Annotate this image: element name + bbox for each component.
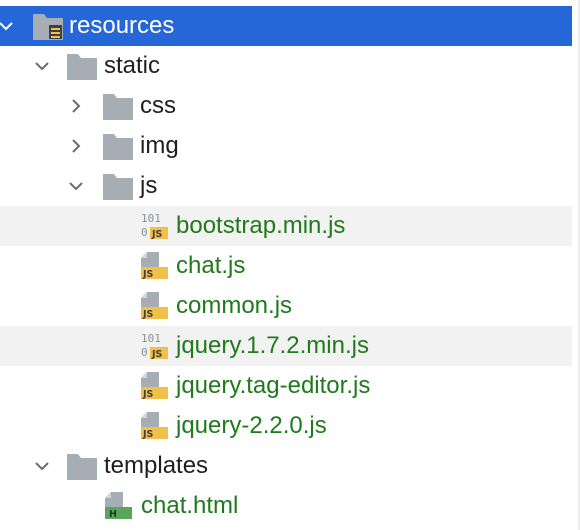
folder-icon [103,134,133,160]
tree-node-css[interactable]: css [0,86,572,126]
html-file-icon: H [105,492,132,520]
tree-node-label: jquery.1.7.2.min.js [176,332,369,359]
chevron-down-icon[interactable] [66,176,86,196]
js-file-icon: JS [141,292,168,320]
binary-digits-text: 0 [141,346,148,359]
binary-digits-text: 101 [141,212,161,225]
folder-icon [103,94,133,120]
tree-node-label: templates [104,452,209,479]
js-badge-text: JS [151,349,163,360]
js-badge-text: JS [151,229,163,240]
js-badge-text: JS [142,429,154,440]
tree-node-resources[interactable]: resources [0,6,572,46]
tree-node-label: static [104,52,161,79]
binary-digits-text: 101 [141,332,161,345]
project-tree: resources static css img js 101 0 JS boo… [0,0,580,530]
tree-node-common-js[interactable]: JS common.js [0,286,572,326]
tree-node-label: jquery-2.2.0.js [176,412,327,439]
tree-node-bootstrap-min-js[interactable]: 101 0 JS bootstrap.min.js [0,206,572,246]
tree-node-label: resources [69,12,175,39]
tree-node-jquery-1-7-2-min-js[interactable]: 101 0 JS jquery.1.7.2.min.js [0,326,572,366]
tree-node-chat-html[interactable]: H chat.html [0,486,572,526]
minified-js-file-icon: 101 0 JS [141,332,168,360]
tree-node-label: js [140,172,158,199]
tree-node-templates[interactable]: templates [0,446,572,486]
chevron-right-icon[interactable] [66,96,86,116]
tree-node-img[interactable]: img [0,126,572,166]
tree-node-static[interactable]: static [0,46,572,86]
tree-node-label: jquery.tag-editor.js [176,372,371,399]
html-badge-text: H [109,509,117,520]
tree-node-label: img [140,132,179,159]
js-file-icon: JS [141,372,168,400]
js-file-icon: JS [141,412,168,440]
js-badge-text: JS [142,389,154,400]
folder-icon [67,54,97,80]
folder-icon [103,174,133,200]
tree-node-js[interactable]: js [0,166,572,206]
tree-node-jquery-2-2-0-js[interactable]: JS jquery-2.2.0.js [0,406,572,446]
js-badge-text: JS [142,269,154,280]
tree-node-chat-js[interactable]: JS chat.js [0,246,572,286]
minified-js-file-icon: 101 0 JS [141,212,168,240]
chevron-right-icon[interactable] [66,136,86,156]
tree-node-label: chat.html [141,492,239,519]
chevron-down-icon[interactable] [32,56,52,76]
resources-folder-icon [33,14,63,40]
chevron-down-icon[interactable] [32,456,52,476]
tree-node-jquery-tag-editor-js[interactable]: JS jquery.tag-editor.js [0,366,572,406]
js-file-icon: JS [141,252,168,280]
tree-node-label: css [140,92,176,119]
chevron-down-icon[interactable] [0,16,16,36]
tree-node-label: common.js [176,292,293,319]
tree-node-label: chat.js [176,252,246,279]
js-badge-text: JS [142,309,154,320]
tree-node-label: bootstrap.min.js [176,212,346,239]
binary-digits-text: 0 [141,226,148,239]
folder-icon [67,454,97,480]
